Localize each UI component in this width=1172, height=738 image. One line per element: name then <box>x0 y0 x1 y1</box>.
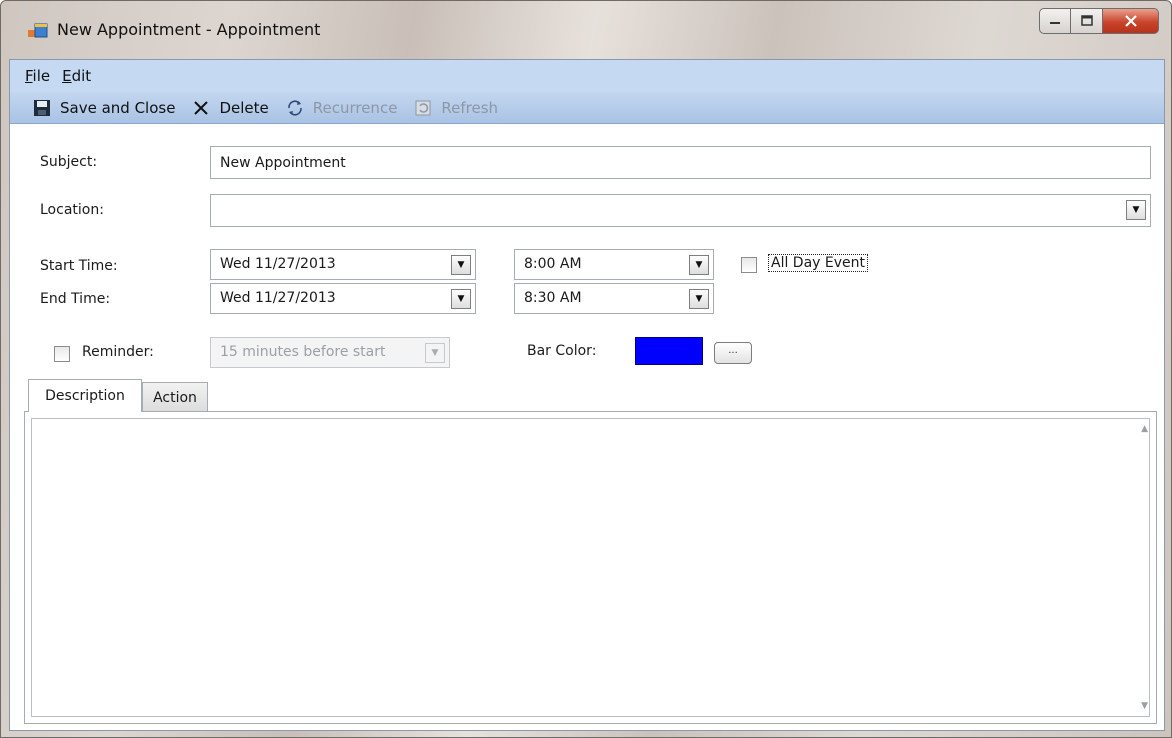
window-controls <box>1039 8 1159 34</box>
description-tab-panel: ▲ ▼ <box>24 411 1157 724</box>
start-time-value: 8:00 AM <box>524 256 582 272</box>
chevron-down-icon[interactable]: ▼ <box>689 289 709 309</box>
start-time-combo[interactable]: 8:00 AM ▼ <box>514 249 714 280</box>
chevron-down-icon[interactable]: ▼ <box>451 289 471 309</box>
menu-file[interactable]: File <box>25 67 50 85</box>
tab-description[interactable]: Description <box>28 379 142 412</box>
end-date-value: Wed 11/27/2013 <box>220 290 336 306</box>
all-day-event-checkbox[interactable] <box>741 257 757 273</box>
menu-edit[interactable]: Edit <box>62 67 91 85</box>
reminder-combo[interactable]: 15 minutes before start ▼ <box>210 337 450 368</box>
title-bar[interactable]: New Appointment - Appointment <box>1 1 1171 59</box>
reminder-value: 15 minutes before start <box>220 344 386 360</box>
subject-label: Subject: <box>40 154 98 170</box>
save-and-close-button[interactable]: Save and Close <box>32 98 175 118</box>
app-icon <box>27 21 49 41</box>
end-time-label: End Time: <box>40 291 111 307</box>
start-time-label: Start Time: <box>40 258 118 274</box>
bar-color-label: Bar Color: <box>527 343 597 359</box>
scroll-down-arrow-icon[interactable]: ▼ <box>1141 701 1148 711</box>
minimize-icon <box>1050 22 1060 24</box>
maximize-icon <box>1080 15 1093 26</box>
close-button[interactable] <box>1103 8 1159 34</box>
start-date-picker[interactable]: Wed 11/27/2013 ▼ <box>210 249 476 280</box>
delete-button[interactable]: Delete <box>191 98 269 118</box>
location-label: Location: <box>40 202 104 218</box>
chevron-down-icon[interactable]: ▼ <box>689 255 709 275</box>
minimize-button[interactable] <box>1039 8 1071 34</box>
floppy-disk-icon <box>32 98 52 118</box>
all-day-event-label[interactable]: All Day Event <box>768 254 869 272</box>
end-date-picker[interactable]: Wed 11/27/2013 ▼ <box>210 283 476 314</box>
appointment-window: New Appointment - Appointment File Edit … <box>0 0 1172 738</box>
end-time-value: 8:30 AM <box>524 290 582 306</box>
start-date-value: Wed 11/27/2013 <box>220 256 336 272</box>
recurrence-button[interactable]: Recurrence <box>285 98 397 118</box>
end-time-combo[interactable]: 8:30 AM ▼ <box>514 283 714 314</box>
chevron-down-icon[interactable]: ▼ <box>1126 200 1146 220</box>
appointment-form: Subject: New Appointment Location: ▼ Sta… <box>10 124 1164 732</box>
reminder-label: Reminder: <box>82 344 154 360</box>
scroll-up-arrow-icon[interactable]: ▲ <box>1141 424 1148 434</box>
appointment-form-client: File Edit Save and Close Delete Recurren… <box>9 59 1165 731</box>
chevron-down-icon[interactable]: ▼ <box>451 255 471 275</box>
close-icon <box>1124 15 1137 27</box>
reminder-checkbox[interactable] <box>54 346 70 362</box>
delete-x-icon <box>191 98 211 118</box>
refresh-icon <box>413 98 433 118</box>
window-title: New Appointment - Appointment <box>57 20 321 39</box>
location-combo[interactable]: ▼ <box>210 194 1151 227</box>
chevron-down-icon[interactable]: ▼ <box>425 343 445 363</box>
tab-action[interactable]: Action <box>142 382 208 412</box>
toolbar: Save and Close Delete Recurrence Refresh <box>10 92 1164 124</box>
description-textarea[interactable] <box>31 418 1150 717</box>
recurrence-icon <box>285 98 305 118</box>
menu-bar: File Edit <box>10 60 1164 92</box>
subject-input[interactable]: New Appointment <box>210 146 1151 179</box>
refresh-button[interactable]: Refresh <box>413 98 498 118</box>
maximize-button[interactable] <box>1071 8 1103 34</box>
bar-color-swatch[interactable] <box>635 337 703 365</box>
choose-color-button[interactable]: ... <box>714 342 752 364</box>
